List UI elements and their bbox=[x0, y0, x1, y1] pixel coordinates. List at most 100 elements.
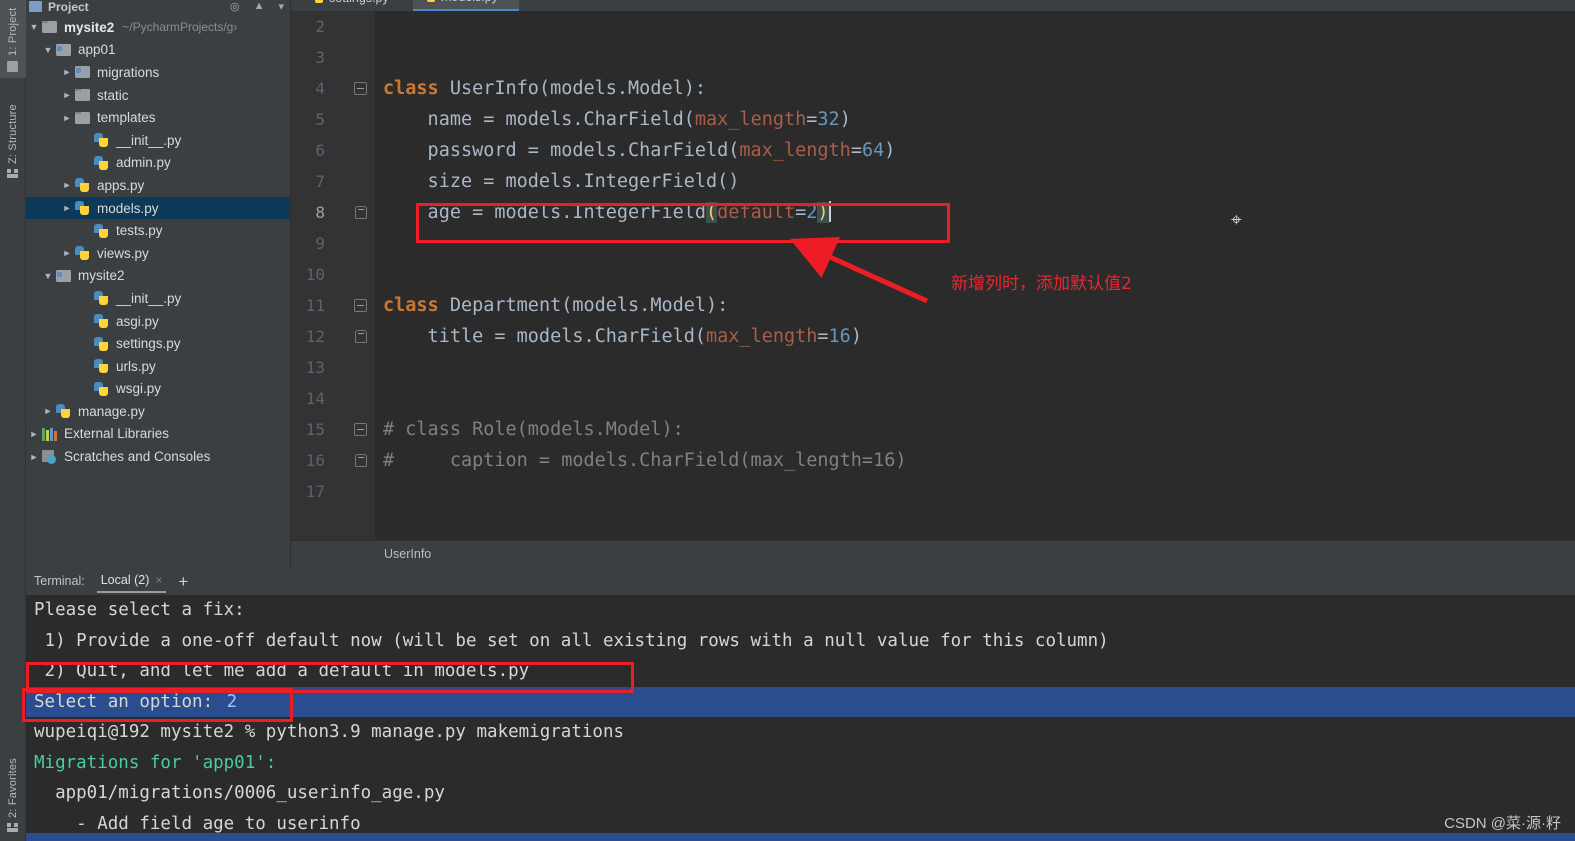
line-number-gutter[interactable]: 2 3 4 5 6 7 8 9 10 11 12 13 14 15 16 17 bbox=[291, 11, 375, 545]
tree-node-label: templates bbox=[97, 110, 156, 126]
chevron-right-icon[interactable] bbox=[59, 113, 75, 123]
tree-node-settings-py[interactable]: settings.py bbox=[26, 332, 290, 355]
locate-icon[interactable]: ◎ bbox=[230, 0, 240, 13]
terminal-line-text: Migrations for 'app01': bbox=[34, 752, 277, 773]
python-file-icon bbox=[75, 177, 92, 193]
terminal-tab-local[interactable]: Local (2) × bbox=[96, 569, 167, 593]
tree-node-views-py[interactable]: views.py bbox=[26, 242, 290, 265]
editor-breadcrumb[interactable]: UserInfo bbox=[291, 540, 1575, 567]
code-line[interactable]: # caption = models.CharField(max_length=… bbox=[383, 445, 1575, 476]
python-file-icon bbox=[94, 358, 111, 374]
tree-node-tests-py[interactable]: tests.py bbox=[26, 219, 290, 242]
fold-collapse-icon[interactable] bbox=[354, 299, 367, 312]
new-terminal-button[interactable]: + bbox=[178, 573, 188, 590]
tree-node-label: tests.py bbox=[116, 223, 163, 239]
editor-tab-bar: settings.py × models.py × bbox=[291, 0, 1575, 11]
tree-node-manage-py[interactable]: manage.py bbox=[26, 400, 290, 423]
tree-node-static[interactable]: static bbox=[26, 84, 290, 107]
python-file-icon bbox=[94, 155, 111, 171]
chevron-down-icon[interactable] bbox=[26, 22, 42, 32]
tree-node-wsgi-py[interactable]: wsgi.py bbox=[26, 378, 290, 401]
chevron-right-icon[interactable] bbox=[59, 180, 75, 190]
chevron-right-icon[interactable] bbox=[59, 90, 75, 100]
toolwindow-button-project[interactable]: 1: Project bbox=[0, 0, 26, 78]
chevron-right-icon[interactable] bbox=[40, 406, 56, 416]
fold-collapse-icon[interactable] bbox=[354, 82, 367, 95]
tree-node-app01[interactable]: app01 bbox=[26, 39, 290, 62]
code-line[interactable] bbox=[383, 383, 1575, 414]
code-line[interactable]: age = models.IntegerField(default=2) bbox=[383, 197, 1575, 228]
scratches-icon bbox=[42, 449, 59, 465]
toolwindow-button-structure[interactable]: Z: Structure bbox=[0, 84, 26, 184]
chevron-down-icon[interactable] bbox=[40, 45, 56, 55]
terminal-line-text: - Add field age to userinfo bbox=[34, 813, 361, 834]
tree-node-external-libraries[interactable]: External Libraries bbox=[26, 423, 290, 446]
code-line[interactable]: class Department(models.Model): bbox=[383, 290, 1575, 321]
annotation-label: 新增列时，添加默认值2 bbox=[951, 274, 1132, 294]
chevron-right-icon[interactable] bbox=[26, 452, 42, 462]
editor-area: settings.py × models.py × 23456789101112… bbox=[291, 0, 1575, 567]
close-icon[interactable]: × bbox=[503, 0, 509, 3]
tree-node--init-py[interactable]: __init__.py bbox=[26, 287, 290, 310]
fold-end-icon[interactable] bbox=[355, 206, 367, 219]
code-line[interactable]: password = models.CharField(max_length=6… bbox=[383, 135, 1575, 166]
terminal-selection-bar bbox=[26, 833, 1575, 841]
code-line[interactable]: name = models.CharField(max_length=32) bbox=[383, 104, 1575, 135]
tree-node-label: admin.py bbox=[116, 155, 171, 171]
tree-node-asgi-py[interactable]: asgi.py bbox=[26, 310, 290, 333]
structure-window-icon bbox=[7, 169, 19, 178]
code-viewport: 2 3 4 5 6 7 8 9 10 11 12 13 14 15 16 17 class UserInfo(… bbox=[291, 11, 1575, 545]
project-panel-actions[interactable]: ◎ ▲ ▾ bbox=[230, 0, 284, 13]
project-tree[interactable]: mysite2 ~/PycharmProjects/g› app01 migratio… bbox=[26, 14, 290, 468]
tree-node-models-py[interactable]: models.py bbox=[26, 196, 290, 220]
close-icon[interactable]: × bbox=[394, 0, 400, 4]
collapse-all-icon[interactable]: ▲ bbox=[254, 0, 265, 13]
tree-node-label: manage.py bbox=[78, 403, 145, 419]
fold-end-icon[interactable] bbox=[355, 454, 367, 467]
tree-node--init-py[interactable]: __init__.py bbox=[26, 129, 290, 152]
editor-tab-settings[interactable]: settings.py × bbox=[301, 0, 411, 11]
tree-node-mysite2[interactable]: mysite2 ~/PycharmProjects/g› bbox=[26, 16, 290, 39]
toolwindow-button-favorites[interactable]: 2: Favorites bbox=[0, 742, 26, 838]
tree-node-label: mysite2 bbox=[64, 19, 115, 35]
terminal-option-input[interactable]: 2 bbox=[223, 691, 241, 712]
chevron-right-icon[interactable] bbox=[59, 203, 75, 213]
chevron-down-icon[interactable] bbox=[40, 271, 56, 281]
breadcrumb-userinfo[interactable]: UserInfo bbox=[384, 547, 431, 561]
python-file-icon bbox=[311, 0, 324, 4]
editor-tab-models[interactable]: models.py × bbox=[413, 0, 520, 11]
editor-tab-settings-label: settings.py bbox=[329, 0, 389, 5]
code-line[interactable] bbox=[383, 352, 1575, 383]
tree-node-mysite2[interactable]: mysite2 bbox=[26, 265, 290, 288]
terminal-output[interactable]: Please select a fix: 1) Provide a one-of… bbox=[26, 595, 1575, 841]
tree-node-apps-py[interactable]: apps.py bbox=[26, 174, 290, 197]
tree-node-urls-py[interactable]: urls.py bbox=[26, 355, 290, 378]
tree-node-migrations[interactable]: migrations bbox=[26, 61, 290, 84]
fold-marker-column[interactable] bbox=[345, 11, 375, 545]
code-line[interactable]: title = models.CharField(max_length=16) bbox=[383, 321, 1575, 352]
tree-node-scratches-and-consoles[interactable]: Scratches and Consoles bbox=[26, 445, 290, 468]
fold-collapse-icon[interactable] bbox=[354, 423, 367, 436]
fold-end-icon[interactable] bbox=[355, 330, 367, 343]
chevron-right-icon[interactable] bbox=[26, 429, 42, 439]
python-file-icon bbox=[423, 0, 436, 3]
code-line[interactable] bbox=[383, 476, 1575, 507]
chevron-right-icon[interactable] bbox=[59, 67, 75, 77]
toolwindow-structure-label: Z: Structure bbox=[7, 104, 19, 164]
tree-node-admin-py[interactable]: admin.py bbox=[26, 152, 290, 175]
code-line[interactable]: # class Role(models.Model): bbox=[383, 414, 1575, 445]
terminal-line-text: 1) Provide a one-off default now (will b… bbox=[34, 630, 1109, 651]
code-line[interactable]: size = models.IntegerField() bbox=[383, 166, 1575, 197]
close-icon[interactable]: × bbox=[155, 573, 162, 587]
terminal-line-text: wupeiqi@192 mysite2 % python3.9 manage.p… bbox=[34, 722, 625, 742]
tree-node-templates[interactable]: templates bbox=[26, 106, 290, 129]
code-line[interactable]: class UserInfo(models.Model): bbox=[383, 73, 1575, 104]
python-file-icon bbox=[75, 245, 92, 261]
tree-node-label: wsgi.py bbox=[116, 381, 162, 397]
chevron-right-icon[interactable] bbox=[59, 248, 75, 258]
python-file-icon bbox=[94, 336, 111, 352]
code-line[interactable] bbox=[383, 228, 1575, 259]
settings-gear-icon[interactable]: ▾ bbox=[278, 0, 284, 13]
code-line[interactable] bbox=[383, 42, 1575, 73]
code-line[interactable] bbox=[383, 11, 1575, 42]
